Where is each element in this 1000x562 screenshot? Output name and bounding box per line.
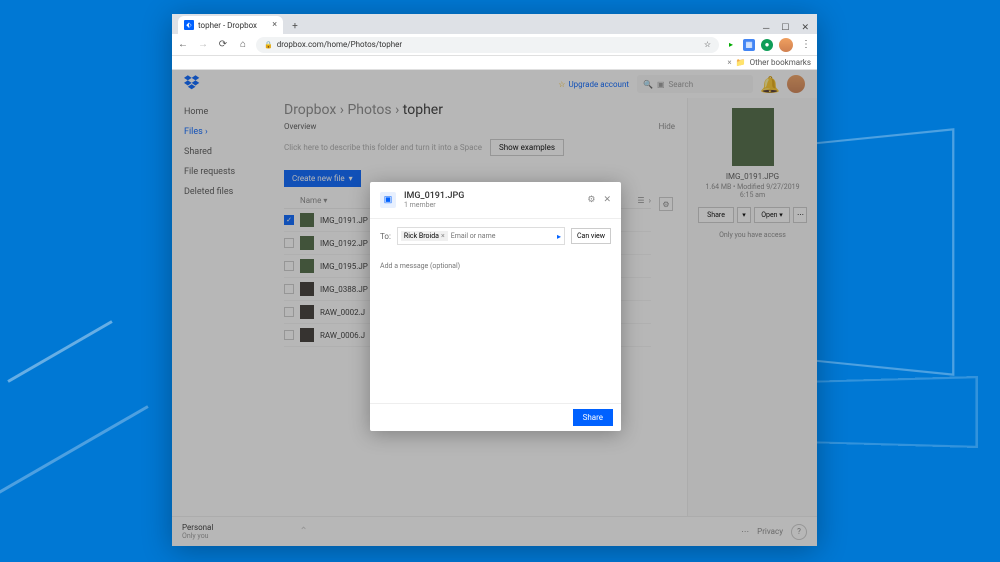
to-input[interactable]: Rick Broida × ▸ — [397, 227, 565, 245]
star-icon[interactable]: ☆ — [704, 40, 711, 49]
profile-avatar[interactable] — [779, 38, 793, 52]
bookmarks-bar: × 📁 Other bookmarks — [172, 56, 817, 70]
gear-icon[interactable]: ⚙ — [587, 195, 595, 205]
url-input[interactable]: 🔒 dropbox.com/home/Photos/topher ☆ — [256, 37, 719, 53]
close-icon[interactable]: × — [272, 20, 277, 30]
folder-icon: 📁 — [736, 58, 746, 67]
url-text: dropbox.com/home/Photos/topher — [277, 40, 402, 49]
dropbox-favicon: ⬖ — [184, 20, 194, 30]
new-tab-button[interactable]: + — [287, 18, 303, 34]
other-bookmarks[interactable]: Other bookmarks — [750, 58, 811, 67]
reload-icon[interactable]: ⟳ — [216, 38, 230, 52]
lock-icon: 🔒 — [264, 41, 273, 49]
message-input[interactable] — [380, 262, 611, 270]
recipient-chip[interactable]: Rick Broida × — [401, 231, 448, 241]
remove-chip-icon[interactable]: × — [441, 232, 445, 240]
share-submit-button[interactable]: Share — [573, 409, 613, 426]
browser-tab[interactable]: ⬖ topher - Dropbox × — [178, 16, 283, 34]
close-window-icon[interactable]: ✕ — [801, 23, 809, 34]
extension-icon[interactable]: ▦ — [743, 39, 755, 51]
to-label: To: — [380, 232, 391, 241]
back-icon[interactable]: ← — [176, 38, 190, 52]
address-bar: ← → ⟳ ⌂ 🔒 dropbox.com/home/Photos/topher… — [172, 34, 817, 56]
maximize-icon[interactable]: ☐ — [781, 23, 789, 34]
minimize-icon[interactable]: ─ — [763, 23, 769, 34]
tab-title: topher - Dropbox — [198, 21, 257, 30]
modal-title: IMG_0191.JPG — [404, 191, 464, 201]
close-icon[interactable]: ✕ — [603, 195, 611, 205]
close-icon[interactable]: × — [727, 58, 731, 67]
home-icon[interactable]: ⌂ — [236, 38, 250, 52]
modal-subtitle: 1 member — [404, 201, 464, 209]
file-icon: ▣ — [380, 192, 396, 208]
forward-icon[interactable]: → — [196, 38, 210, 52]
share-modal: ▣ IMG_0191.JPG 1 member ⚙ ✕ To: Rick Bro… — [370, 182, 621, 431]
window-controls: ─ ☐ ✕ — [755, 23, 817, 34]
extension-icons: ▸ ▦ ● ⋮ — [725, 38, 813, 52]
contacts-icon[interactable]: ▸ — [557, 232, 561, 241]
tab-strip: ⬖ topher - Dropbox × + ─ ☐ ✕ — [172, 14, 817, 34]
extension-icon[interactable]: ● — [761, 39, 773, 51]
email-input[interactable] — [451, 232, 554, 240]
extension-icon[interactable]: ▸ — [725, 39, 737, 51]
permission-dropdown[interactable]: Can view — [571, 228, 611, 244]
menu-icon[interactable]: ⋮ — [799, 38, 813, 52]
